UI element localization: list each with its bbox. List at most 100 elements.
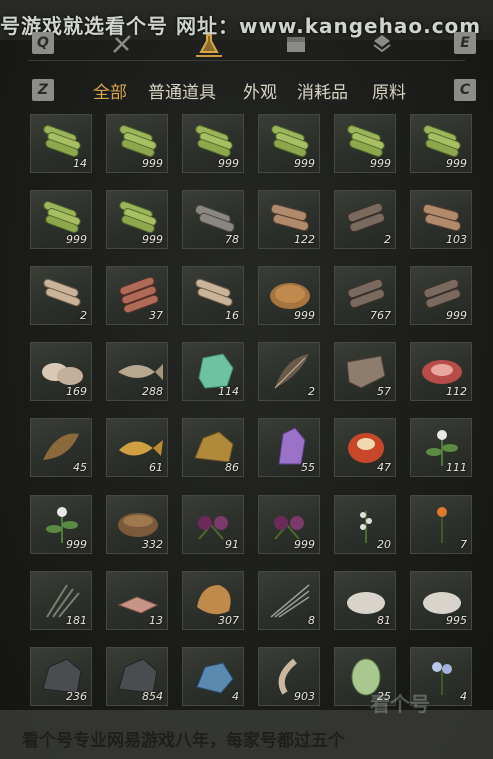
item-quantity: 2: [80, 309, 87, 322]
item-quantity: 169: [66, 385, 87, 398]
item-quantity: 307: [218, 614, 239, 627]
inventory-slot[interactable]: 78: [182, 190, 244, 249]
key-hint-z[interactable]: Z: [32, 79, 54, 101]
inventory-slot[interactable]: 2: [258, 342, 320, 401]
inventory-slot[interactable]: 288: [106, 342, 168, 401]
item-quantity: 999: [294, 157, 315, 170]
pickaxe-icon[interactable]: [108, 30, 136, 58]
item-quantity: 8: [308, 614, 315, 627]
key-hint-e[interactable]: E: [454, 32, 476, 54]
item-quantity: 16: [225, 309, 239, 322]
inventory-slot[interactable]: 999: [30, 495, 92, 554]
tab-consumables[interactable]: 消耗品: [297, 78, 348, 103]
item-quantity: 903: [294, 690, 315, 703]
item-quantity: 2: [308, 385, 315, 398]
inventory-slot[interactable]: 169: [30, 342, 92, 401]
inventory-slot[interactable]: 999: [258, 114, 320, 173]
gem-stack-icon[interactable]: [368, 30, 396, 58]
item-quantity: 236: [66, 690, 87, 703]
item-quantity: 112: [446, 385, 467, 398]
item-quantity: 111: [446, 461, 467, 474]
inventory-slot[interactable]: 999: [410, 266, 472, 325]
inventory-slot[interactable]: 999: [30, 190, 92, 249]
item-quantity: 57: [377, 385, 391, 398]
inventory-slot[interactable]: 999: [106, 114, 168, 173]
inventory-slot[interactable]: 13: [106, 571, 168, 630]
inventory-slot[interactable]: 8: [258, 571, 320, 630]
item-quantity: 995: [446, 614, 467, 627]
item-quantity: 4: [232, 690, 239, 703]
category-bar: Q E: [0, 28, 493, 58]
inventory-slot[interactable]: 999: [182, 114, 244, 173]
inventory-slot[interactable]: 103: [410, 190, 472, 249]
tab-materials[interactable]: 原料: [372, 78, 406, 103]
chest-icon[interactable]: [282, 30, 310, 58]
item-quantity: 999: [294, 309, 315, 322]
item-quantity: 45: [73, 461, 87, 474]
item-quantity: 854: [142, 690, 163, 703]
tab-appearance[interactable]: 外观: [243, 78, 277, 103]
inventory-slot[interactable]: 332: [106, 495, 168, 554]
item-quantity: 332: [142, 538, 163, 551]
filter-tabs: Z 全部 普通道具 外观 消耗品 原料 C: [0, 74, 493, 104]
item-quantity: 47: [377, 461, 391, 474]
item-quantity: 999: [446, 157, 467, 170]
inventory-slot[interactable]: 37: [106, 266, 168, 325]
inventory-slot[interactable]: 45: [30, 418, 92, 477]
item-quantity: 20: [377, 538, 391, 551]
key-hint-c[interactable]: C: [454, 79, 476, 101]
item-quantity: 7: [460, 538, 467, 551]
inventory-slot[interactable]: 2: [30, 266, 92, 325]
item-quantity: 767: [370, 309, 391, 322]
item-quantity: 999: [370, 157, 391, 170]
inventory-slot[interactable]: 114: [182, 342, 244, 401]
inventory-slot[interactable]: 181: [30, 571, 92, 630]
inventory-slot[interactable]: 112: [410, 342, 472, 401]
inventory-slot[interactable]: 903: [258, 647, 320, 706]
inventory-slot[interactable]: 86: [182, 418, 244, 477]
inventory-slot[interactable]: 995: [410, 571, 472, 630]
inventory-slot[interactable]: 767: [334, 266, 396, 325]
inventory-slot[interactable]: 55: [258, 418, 320, 477]
item-quantity: 999: [294, 538, 315, 551]
item-quantity: 103: [446, 233, 467, 246]
inventory-slot[interactable]: 999: [410, 114, 472, 173]
item-quantity: 999: [142, 157, 163, 170]
inventory-slot[interactable]: 4: [182, 647, 244, 706]
item-quantity: 999: [66, 233, 87, 246]
inventory-slot[interactable]: 61: [106, 418, 168, 477]
inventory-slot[interactable]: 2: [334, 190, 396, 249]
inventory-slot[interactable]: 999: [258, 495, 320, 554]
item-quantity: 999: [142, 233, 163, 246]
item-quantity: 13: [149, 614, 163, 627]
inventory-slot[interactable]: 999: [106, 190, 168, 249]
item-quantity: 999: [218, 157, 239, 170]
inventory-slot[interactable]: 122: [258, 190, 320, 249]
item-quantity: 181: [66, 614, 87, 627]
item-quantity: 122: [294, 233, 315, 246]
inventory-slot[interactable]: 14: [30, 114, 92, 173]
item-quantity: 999: [446, 309, 467, 322]
inventory-slot[interactable]: 236: [30, 647, 92, 706]
inventory-slot[interactable]: 999: [334, 114, 396, 173]
flask-icon[interactable]: [195, 30, 223, 58]
inventory-slot[interactable]: 7: [410, 495, 472, 554]
inventory-slot[interactable]: 307: [182, 571, 244, 630]
inventory-slot[interactable]: 47: [334, 418, 396, 477]
inventory-slot[interactable]: 57: [334, 342, 396, 401]
inventory-slot[interactable]: 20: [334, 495, 396, 554]
key-hint-q[interactable]: Q: [32, 32, 54, 54]
inventory-slot[interactable]: 854: [106, 647, 168, 706]
tab-common-items[interactable]: 普通道具: [148, 78, 216, 103]
item-quantity: 37: [149, 309, 163, 322]
inventory-slot[interactable]: 999: [258, 266, 320, 325]
inventory-slot[interactable]: 81: [334, 571, 396, 630]
item-quantity: 2: [384, 233, 391, 246]
tab-all[interactable]: 全部: [93, 78, 127, 103]
inventory-slot[interactable]: 111: [410, 418, 472, 477]
item-quantity: 81: [377, 614, 391, 627]
inventory-slot[interactable]: 16: [182, 266, 244, 325]
watermark-bottom-bar: 看个号专业网易游戏八年，每家号都过五个: [0, 710, 493, 759]
inventory-slot[interactable]: 91: [182, 495, 244, 554]
divider: [28, 60, 465, 61]
